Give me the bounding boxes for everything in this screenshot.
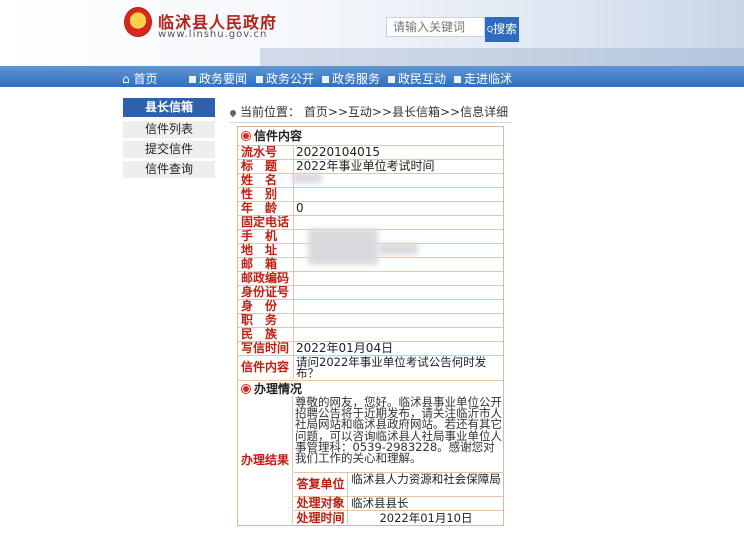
field-row-name: 姓 名 xyxy=(238,173,503,187)
field-value: 2022年事业单位考试时间 xyxy=(293,160,503,173)
reply-unit-row: 答复单位 临沭县人力资源和社会保障局 xyxy=(294,472,503,496)
search-button-label: 搜索 xyxy=(493,22,518,36)
letter-detail-panel: 信件内容 流水号 20220104015 标 题 2022年事业单位考试时间 姓 名… xyxy=(237,126,504,526)
sidebar-item-submit-letter[interactable]: 提交信件 xyxy=(123,141,215,158)
field-label: 姓 名 xyxy=(241,173,278,187)
field-label: 流水号 xyxy=(241,145,278,159)
result-text: 尊敬的网友，您好。临沭县事业单位公开招聘公告将于近期发布，请关注临沂市人社局网站… xyxy=(295,395,502,466)
field-label: 身 份 xyxy=(241,299,278,313)
site-domain: www.linshu.gov.cn xyxy=(158,29,268,40)
nav-label: 政务公开 xyxy=(266,72,315,86)
nav-item-home[interactable]: ⌂ 首页 xyxy=(122,70,157,87)
field-value xyxy=(293,216,503,229)
field-row-write-time: 写信时间 2022年01月04日 xyxy=(238,341,503,355)
field-label: 性 别 xyxy=(241,187,278,201)
field-value xyxy=(293,188,503,201)
field-value: 请问2022年事业单位考试公告何时发布？ xyxy=(293,356,503,379)
field-row-content: 信件内容 请问2022年事业单位考试公告何时发布？ xyxy=(238,355,503,379)
nav-item-services[interactable]: 政务服务 xyxy=(322,70,380,87)
nav-label: 政民互动 xyxy=(398,72,447,86)
nav-item-news[interactable]: 政务要闻 xyxy=(189,70,247,87)
time-label: 处理时间 xyxy=(294,511,348,525)
document-icon xyxy=(256,76,263,83)
field-label: 手 机 xyxy=(241,229,278,243)
field-label: 邮 箱 xyxy=(241,257,278,271)
nav-item-open-affairs[interactable]: 政务公开 xyxy=(256,70,314,87)
field-row-landline: 固定电话 xyxy=(238,215,503,229)
field-label: 固定电话 xyxy=(241,215,290,229)
reply-unit-value: 临沭县人力资源和社会保障局 xyxy=(351,472,501,486)
redacted-name xyxy=(292,173,322,183)
reply-unit-label: 答复单位 xyxy=(294,473,348,496)
nav-item-interaction[interactable]: 政民互动 xyxy=(388,70,446,87)
nav-label: 走进临沭 xyxy=(464,72,513,86)
field-value xyxy=(293,286,503,299)
field-row-age: 年 龄 0 xyxy=(238,201,503,215)
handling-section-header: 办理情况 xyxy=(238,380,503,396)
section-title: 办理情况 xyxy=(254,382,303,396)
field-row-id-number: 身份证号 xyxy=(238,285,503,299)
field-row-gender: 性 别 xyxy=(238,187,503,201)
field-value: 20220104015 xyxy=(293,146,503,159)
service-icon xyxy=(322,76,329,83)
sidebar-item-letter-query[interactable]: 信件查询 xyxy=(123,161,215,178)
letter-section-header: 信件内容 xyxy=(238,128,503,144)
bullet-icon xyxy=(242,132,250,140)
nav-item-about[interactable]: 走进临沭 xyxy=(454,70,512,87)
field-row-title: 标 题 2022年事业单位考试时间 xyxy=(238,159,503,173)
breadcrumb: 当前位置： 首页>>互动>>县长信箱>>信息详细 xyxy=(228,103,512,123)
nav-label: 政务要闻 xyxy=(199,72,248,86)
main-nav: ⌂ 首页 政务要闻 政务公开 政务服务 政民互动 走进临沭 xyxy=(0,66,744,87)
sidebar-item-letter-list[interactable]: 信件列表 xyxy=(123,121,215,138)
building-icon xyxy=(454,76,461,83)
bullet-icon xyxy=(242,385,250,393)
home-icon: ⌂ xyxy=(122,72,130,86)
field-row-ethnicity: 民 族 xyxy=(238,327,503,341)
field-label: 年 龄 xyxy=(241,201,278,215)
nav-label: 首页 xyxy=(133,72,158,86)
field-value xyxy=(293,174,503,187)
target-label: 处理对象 xyxy=(294,497,348,510)
breadcrumb-text[interactable]: 当前位置： 首页>>互动>>县长信箱>>信息详细 xyxy=(240,105,508,119)
location-pin-icon xyxy=(228,108,238,118)
field-value xyxy=(293,328,503,341)
national-emblem-icon xyxy=(124,7,152,37)
field-label: 写信时间 xyxy=(241,341,290,355)
field-label: 信件内容 xyxy=(241,360,290,374)
target-row: 处理对象 临沭县县长 xyxy=(294,496,503,510)
field-label: 职 务 xyxy=(241,313,278,327)
site-header: 临沭县人民政府 www.linshu.gov.cn Q搜索 xyxy=(0,0,744,66)
field-value: 2022年01月04日 xyxy=(293,342,503,355)
field-value: 0 xyxy=(293,202,503,215)
field-row-serial: 流水号 20220104015 xyxy=(238,145,503,159)
field-value xyxy=(293,300,503,313)
redacted-contact xyxy=(308,229,378,265)
search-input[interactable] xyxy=(386,17,485,37)
sidebar-title: 县长信箱 xyxy=(123,98,215,117)
field-row-postcode: 邮政编码 xyxy=(238,271,503,285)
field-label: 邮政编码 xyxy=(241,271,290,285)
news-icon xyxy=(189,76,196,83)
search-button[interactable]: Q搜索 xyxy=(485,17,519,42)
handle-time-row: 处理时间 2022年01月10日 xyxy=(294,510,503,525)
field-row-position: 职 务 xyxy=(238,313,503,327)
field-label: 身份证号 xyxy=(241,285,290,299)
field-label: 地 址 xyxy=(241,243,278,257)
field-value xyxy=(293,272,503,285)
section-title: 信件内容 xyxy=(254,129,303,143)
field-row-identity: 身 份 xyxy=(238,299,503,313)
target-value: 临沭县县长 xyxy=(351,496,409,510)
field-label: 民 族 xyxy=(241,327,278,341)
interaction-icon xyxy=(388,76,395,83)
result-label: 办理结果 xyxy=(238,396,293,524)
time-value: 2022年01月10日 xyxy=(379,511,473,525)
redacted-address xyxy=(378,243,418,255)
field-value xyxy=(293,314,503,327)
field-label: 标 题 xyxy=(241,159,278,173)
nav-label: 政务服务 xyxy=(332,72,381,86)
